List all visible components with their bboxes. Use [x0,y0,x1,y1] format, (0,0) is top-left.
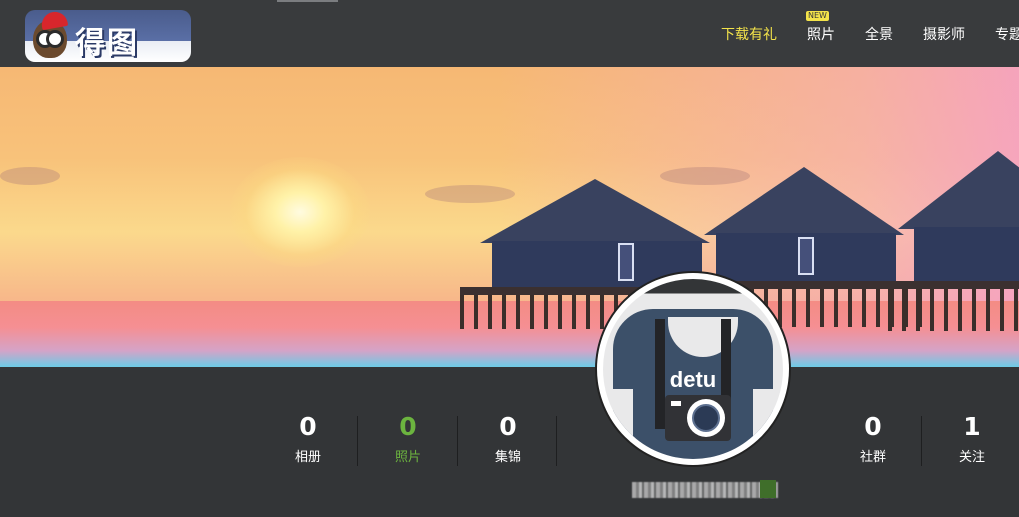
stat-label: 照片 [394,450,421,465]
stat-label: 关注 [958,450,985,465]
username-blurred [632,482,778,498]
nav-panorama[interactable]: 全景 [865,24,893,44]
nav-topics[interactable]: 专题 [995,24,1019,44]
default-avatar-image: detu [603,279,783,459]
nav-photographers[interactable]: 摄影师 [923,24,965,44]
nav-photos[interactable]: 照片 [807,24,835,44]
new-badge: NEW [806,11,829,21]
top-indicator-line [277,0,338,2]
logo-text: 得图 [75,26,139,61]
stat-albums[interactable]: 0 相册 [258,412,358,465]
nav-download-gift[interactable]: 下载有礼 [721,24,777,44]
stat-value: 0 [299,412,317,441]
stat-collections[interactable]: 0 集锦 [458,412,558,465]
divider [556,416,557,466]
stat-label: 社群 [859,450,886,465]
top-navbar: 得图 下载有礼 NEW 照片 全景 摄影师 专题 [0,0,1019,67]
stat-value: 0 [399,412,417,441]
stat-value: 1 [963,412,981,441]
profile-cover-image [0,67,1019,367]
stat-label: 集锦 [494,450,521,465]
camera-icon [665,395,731,441]
avatar-brand-text: detu [669,367,717,392]
stat-value: 0 [864,412,882,441]
stat-groups[interactable]: 0 社群 [823,412,923,465]
stat-value: 0 [499,412,517,441]
stat-label: 相册 [294,450,321,465]
user-avatar[interactable]: detu [597,273,789,465]
sun [230,157,370,267]
stat-photos[interactable]: 0 照片 [358,412,458,465]
user-level-icon [760,480,776,498]
profile-page: 得图 下载有礼 NEW 照片 全景 摄影师 专题 0 相册 0 照片 0 集锦 … [0,0,1019,517]
site-logo[interactable]: 得图 [25,10,191,62]
stat-following[interactable]: 1 关注 [922,412,1019,465]
